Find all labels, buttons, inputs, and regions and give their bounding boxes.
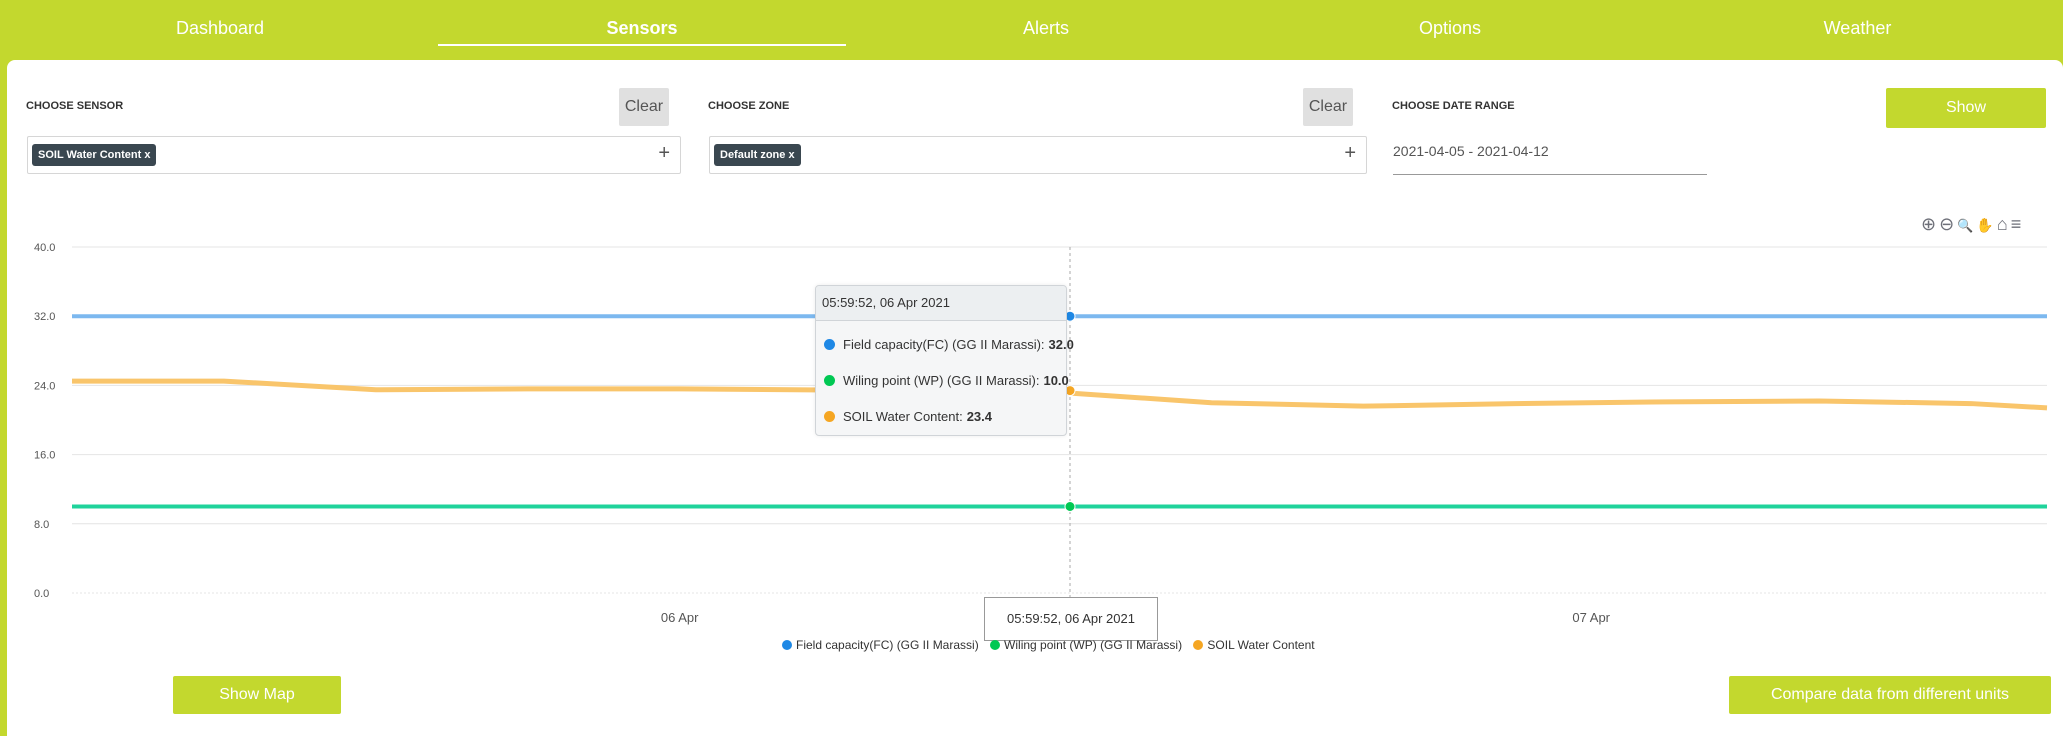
nav-alerts[interactable]: Alerts bbox=[844, 0, 1248, 56]
y-tick-label: 24.0 bbox=[34, 380, 55, 392]
legend-label-fc: Field capacity(FC) (GG II Marassi) bbox=[796, 638, 979, 652]
y-tick-label: 0.0 bbox=[34, 588, 49, 600]
legend-label-swc: SOIL Water Content bbox=[1207, 638, 1315, 652]
tooltip-label-fc: Field capacity(FC) (GG II Marassi): bbox=[843, 337, 1045, 352]
y-axis: 40.0 32.0 24.0 16.0 8.0 0.0 bbox=[34, 242, 55, 600]
nav-weather[interactable]: Weather bbox=[1652, 0, 2063, 56]
legend-swc-dot-icon bbox=[1193, 640, 1204, 650]
legend-fc-dot-icon bbox=[782, 640, 792, 650]
y-tick-label: 16.0 bbox=[34, 450, 55, 462]
legend-item-fc[interactable]: Field capacity(FC) (GG II Marassi) bbox=[782, 638, 979, 652]
swc-dot-icon bbox=[824, 411, 835, 422]
tooltip-row-fc: Field capacity(FC) (GG II Marassi): 32.0 bbox=[816, 327, 1074, 363]
x-tick-label: 07 Apr bbox=[1572, 610, 1610, 625]
y-tick-label: 40.0 bbox=[34, 242, 55, 254]
tooltip-header: 05:59:52, 06 Apr 2021 bbox=[816, 286, 1066, 321]
nav-active-underline bbox=[438, 44, 846, 46]
y-tick-label: 32.0 bbox=[34, 311, 55, 323]
legend-item-wp[interactable]: Wiling point (WP) (GG II Marassi) bbox=[990, 638, 1182, 652]
nav-sensors[interactable]: Sensors bbox=[440, 0, 844, 56]
main-panel: CHOOSE SENSOR Clear SOIL Water Content x… bbox=[7, 60, 2063, 736]
tooltip-value-fc: 32.0 bbox=[1048, 337, 1074, 352]
legend-label-wp: Wiling point (WP) (GG II Marassi) bbox=[1004, 638, 1183, 652]
hover-marker-point bbox=[1064, 501, 1076, 512]
nav-dashboard[interactable]: Dashboard bbox=[0, 0, 440, 56]
x-tick-label: 06 Apr bbox=[661, 610, 699, 625]
nav-options[interactable]: Options bbox=[1248, 0, 1652, 56]
tooltip-label-swc: SOIL Water Content: bbox=[843, 409, 963, 424]
fc-dot-icon bbox=[824, 339, 835, 350]
y-tick-label: 8.0 bbox=[34, 519, 49, 531]
tooltip-value-wp: 10.0 bbox=[1043, 373, 1069, 388]
legend-item-swc[interactable]: SOIL Water Content bbox=[1193, 638, 1315, 652]
tooltip-row-wp: Wiling point (WP) (GG II Marassi): 10.0 bbox=[816, 363, 1069, 399]
x-crosshair-label: 05:59:52, 06 Apr 2021 bbox=[984, 597, 1158, 641]
tooltip-row-swc: SOIL Water Content: 23.4 bbox=[816, 399, 1066, 435]
show-map-button[interactable]: Show Map bbox=[173, 676, 341, 714]
chart-legend: Field capacity(FC) (GG II Marassi) Wilin… bbox=[782, 638, 1323, 652]
compare-units-button[interactable]: Compare data from different units bbox=[1729, 676, 2051, 714]
tooltip-value-swc: 23.4 bbox=[966, 409, 993, 424]
legend-wp-dot-icon bbox=[990, 640, 1001, 650]
wp-dot-icon bbox=[824, 375, 835, 386]
chart-tooltip: 05:59:52, 06 Apr 2021 Field capacity(FC)… bbox=[815, 285, 1074, 436]
tooltip-label-wp: Wiling point (WP) (GG II Marassi): bbox=[843, 373, 1040, 388]
top-nav: Dashboard Sensors Alerts Options Weather bbox=[0, 0, 2063, 56]
